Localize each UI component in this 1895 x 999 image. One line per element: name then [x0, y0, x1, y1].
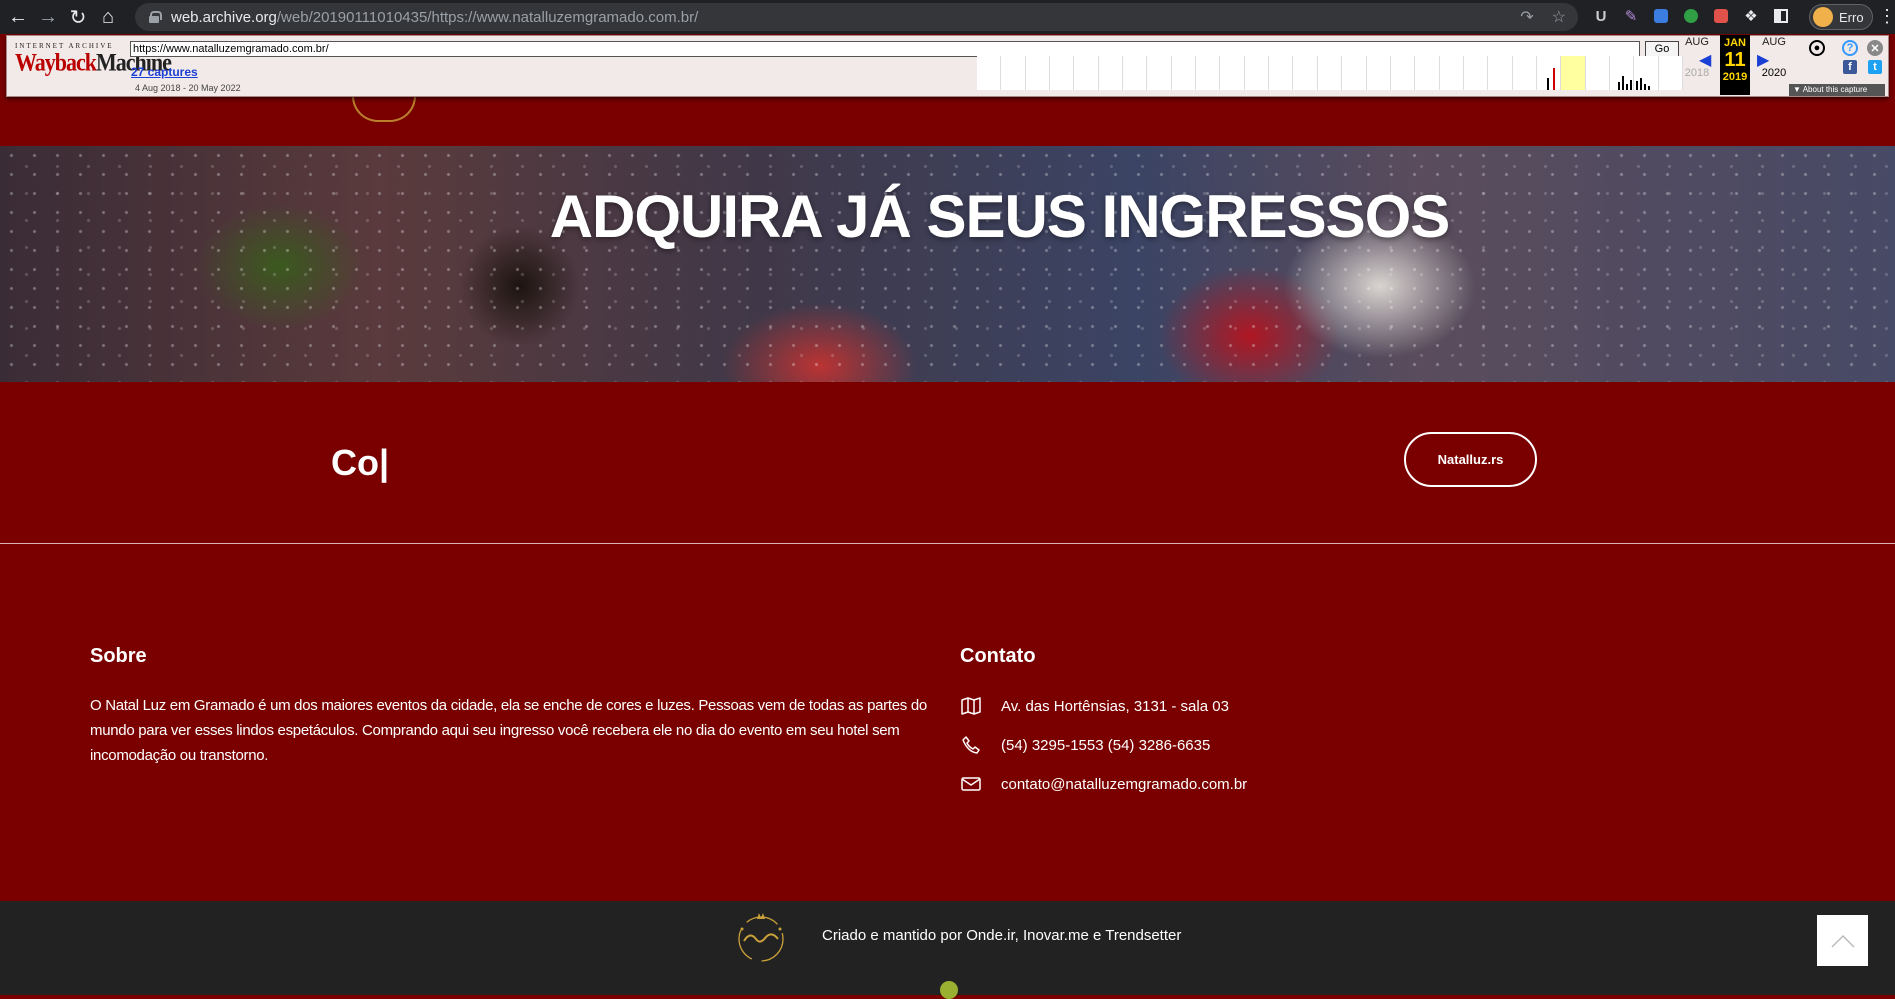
current-month: JAN — [1723, 37, 1746, 49]
current-year: 2019 — [1722, 71, 1748, 83]
contact-phone: (54) 3295-1553 (54) 3286-6635 — [960, 733, 1210, 757]
avatar — [1813, 7, 1833, 27]
hero-banner: ADQUIRA JÁ SEUS INGRESSOS — [0, 146, 1895, 382]
phone-icon — [960, 735, 982, 755]
partner-badge-icon[interactable] — [940, 981, 958, 999]
mail-icon — [960, 774, 982, 794]
profile-button[interactable]: Erro — [1809, 4, 1873, 30]
facebook-icon[interactable]: f — [1843, 60, 1857, 74]
about-capture-link[interactable]: ▼ About this capture — [1789, 84, 1885, 96]
cta-section: Co| Natalluz.rs — [0, 382, 1895, 544]
side-panel-icon[interactable] — [1770, 5, 1792, 27]
back-icon[interactable]: ← — [6, 5, 30, 29]
browser-toolbar: ← → ↻ ⌂ web.archive.org/web/201901110104… — [0, 0, 1895, 34]
natalluz-button[interactable]: Natalluz.rs — [1404, 432, 1537, 487]
wayback-logo-way: Wayback — [15, 47, 97, 77]
wayback-logo[interactable]: INTERNET ARCHIVE WaybackMachine — [15, 42, 172, 86]
hero-title-text: ADQUIRA JÁ SEUS INGRESSOS — [549, 183, 1451, 250]
current-day: 11 — [1724, 49, 1746, 71]
account-icon[interactable]: ● — [1809, 40, 1825, 56]
wayback-url-input[interactable] — [130, 41, 1640, 57]
next-month[interactable]: AUG — [1754, 36, 1794, 48]
about-capture-label: About this capture — [1802, 85, 1868, 94]
cta-typing-text: Co| — [331, 442, 390, 483]
current-capture-date: JAN 11 2019 — [1720, 35, 1750, 95]
prev-capture-arrow-icon[interactable]: ◀ — [1699, 50, 1711, 70]
contact-address: Av. das Hortênsias, 3131 - sala 03 — [960, 694, 1229, 718]
extensions-puzzle-icon[interactable]: ❖ — [1740, 5, 1762, 27]
home-icon[interactable]: ⌂ — [96, 5, 120, 29]
chevron-up-icon — [1830, 934, 1855, 948]
histogram-bar — [1644, 84, 1647, 90]
captures-link[interactable]: 27 captures — [131, 65, 198, 79]
extension-green-icon[interactable] — [1680, 5, 1702, 27]
map-icon — [960, 696, 982, 716]
wayback-toolbar: INTERNET ARCHIVE WaybackMachine Go 27 ca… — [6, 35, 1889, 97]
forward-icon[interactable]: → — [36, 5, 60, 29]
share-icon[interactable]: ↷ — [1520, 7, 1533, 27]
lock-icon — [149, 11, 162, 23]
capture-histogram[interactable] — [977, 56, 1683, 90]
menu-kebab-icon[interactable]: ⋮ — [1876, 5, 1895, 27]
histogram-bar — [1629, 80, 1632, 90]
extension-u-icon[interactable]: U — [1590, 5, 1612, 27]
extension-red-icon[interactable] — [1710, 5, 1732, 27]
bookmark-star-icon[interactable]: ☆ — [1552, 7, 1566, 27]
histogram-bar — [1648, 86, 1651, 90]
twitter-icon[interactable]: t — [1868, 60, 1882, 74]
profile-label: Erro — [1839, 9, 1864, 25]
hero-title: ADQUIRA JÁ SEUS INGRESSOS — [0, 182, 1895, 251]
phone-text: (54) 3295-1553 (54) 3286-6635 — [1001, 736, 1211, 754]
captures-range: 4 Aug 2018 - 20 May 2022 — [135, 83, 241, 93]
about-text: O Natal Luz em Gramado é um dos maiores … — [90, 697, 927, 764]
site-header — [0, 97, 1895, 146]
address-bar[interactable]: web.archive.org/web/20190111010435/https… — [135, 3, 1578, 31]
histogram-bar — [1636, 81, 1639, 90]
url-host: web.archive.org — [171, 8, 277, 26]
url-path: /web/20190111010435/https://www.natalluz… — [276, 8, 699, 26]
histogram-bar — [1621, 76, 1624, 90]
contact-title: Contato — [960, 645, 1036, 667]
help-icon[interactable]: ? — [1842, 40, 1858, 56]
prev-month[interactable]: AUG — [1677, 36, 1717, 48]
footer-info: Sobre O Natal Luz em Gramado é um dos ma… — [0, 545, 1895, 901]
footer-credits: Criado e mantido por Onde.ir, Inovar.me … — [822, 927, 1182, 944]
histogram-bar — [1617, 82, 1620, 90]
about-title: Sobre — [90, 645, 147, 667]
email-text[interactable]: contato@natalluzemgramado.com.br — [1001, 776, 1247, 793]
close-icon[interactable]: ✕ — [1867, 40, 1883, 56]
next-year: 2020 — [1761, 67, 1787, 79]
extension-blue-icon[interactable] — [1650, 5, 1672, 27]
histogram-bar — [1625, 84, 1628, 90]
histogram-bar — [1640, 78, 1643, 90]
footer-bottom: Criado e mantido por Onde.ir, Inovar.me … — [0, 901, 1895, 999]
back-to-top-button[interactable] — [1817, 915, 1868, 966]
histogram-bar — [1552, 68, 1555, 90]
histogram-bar — [1546, 78, 1549, 90]
contact-email[interactable]: contato@natalluzemgramado.com.br — [960, 772, 1247, 796]
address-text: Av. das Hortênsias, 3131 - sala 03 — [1001, 697, 1229, 715]
reload-icon[interactable]: ↻ — [66, 5, 90, 29]
natal-luz-logo[interactable] — [730, 909, 792, 965]
extension-pen-icon[interactable]: ✎ — [1620, 5, 1642, 27]
